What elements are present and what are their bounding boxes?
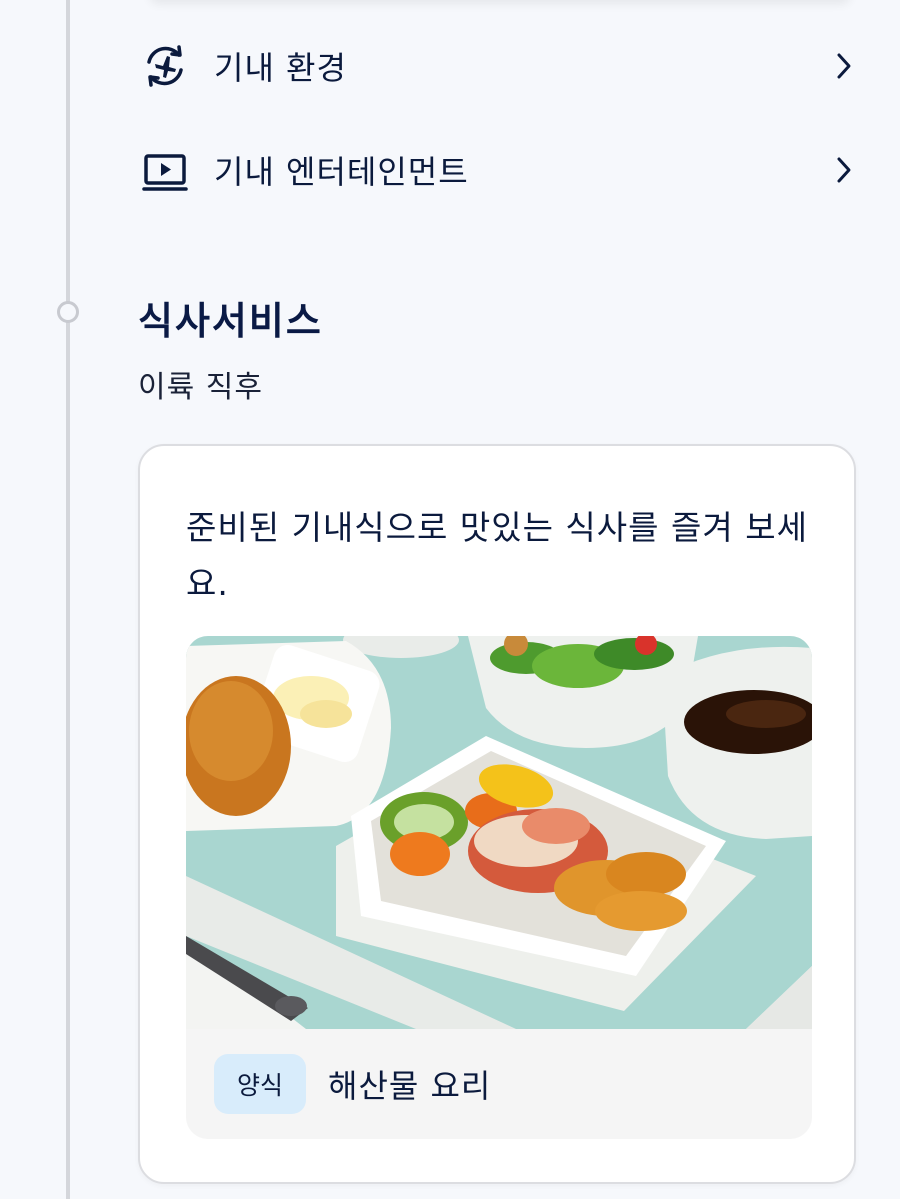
inflight-entertainment-row[interactable]: 기내 엔터테인먼트 bbox=[140, 140, 855, 200]
timeline-node bbox=[57, 301, 79, 323]
play-screen-icon bbox=[140, 145, 190, 195]
cabin-environment-row[interactable]: 기내 환경 bbox=[140, 36, 855, 96]
chevron-right-icon bbox=[833, 48, 855, 84]
meal-photo bbox=[186, 636, 812, 1029]
timeline-line bbox=[66, 0, 70, 1199]
inflight-entertainment-label: 기내 엔터테인먼트 bbox=[214, 153, 469, 191]
meal-item: 양식 해산물 요리 bbox=[186, 636, 812, 1139]
meal-name: 해산물 요리 bbox=[328, 1067, 492, 1105]
meal-description: 준비된 기내식으로 맛있는 식사를 즐겨 보세요. bbox=[186, 508, 808, 603]
chevron-right-icon bbox=[833, 152, 855, 188]
plane-cycle-icon bbox=[140, 41, 190, 91]
meal-service-card: 준비된 기내식으로 맛있는 식사를 즐겨 보세요. 양식 해산물 요리 bbox=[138, 444, 856, 1184]
meal-category-badge: 양식 bbox=[214, 1054, 306, 1114]
meal-footer: 양식 해산물 요리 bbox=[186, 1029, 812, 1139]
cabin-environment-label: 기내 환경 bbox=[214, 49, 347, 87]
meal-service-title: 식사서비스 bbox=[138, 299, 323, 343]
meal-service-timing: 이륙 직후 bbox=[138, 370, 263, 405]
